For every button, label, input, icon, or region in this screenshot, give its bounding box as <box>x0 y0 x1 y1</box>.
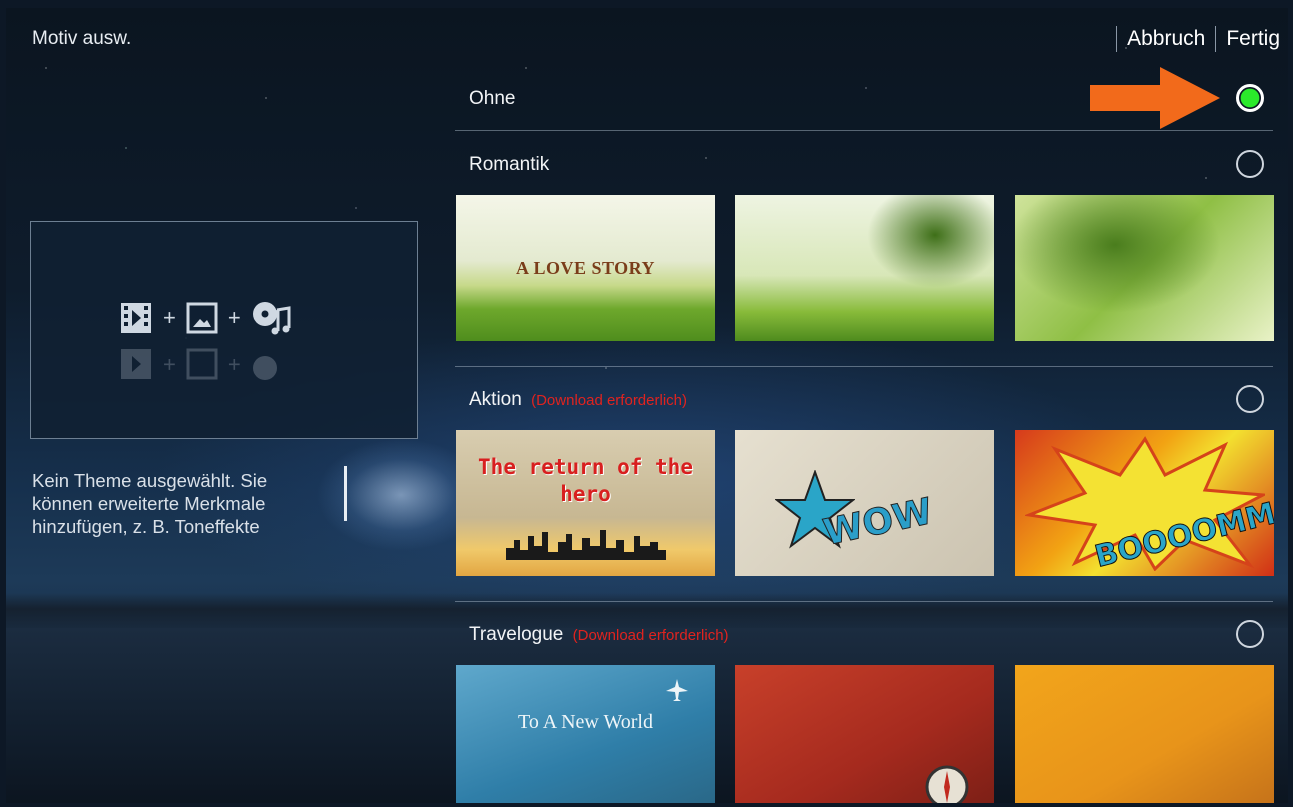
divider <box>455 130 1273 131</box>
theme-label-romantik[interactable]: Romantik <box>469 154 549 176</box>
radio-travelogue[interactable] <box>1236 620 1264 648</box>
theme-name: Romantik <box>469 154 550 175</box>
thumbnail-title: A LOVE STORY <box>515 258 656 278</box>
plus-icon: + <box>163 352 176 377</box>
page-title: Motiv ausw. <box>32 28 132 49</box>
theme-label-aktion[interactable]: Aktion (Download erforderlich) <box>469 389 687 411</box>
city-skyline-icon <box>506 530 666 560</box>
video-clip-icon <box>121 349 151 379</box>
image-icon <box>186 302 218 334</box>
plus-icon: + <box>227 352 241 377</box>
done-button[interactable]: Fertig <box>1226 27 1280 51</box>
text-cursor <box>344 466 347 521</box>
separator <box>1215 26 1217 52</box>
thumbnail-travelogue-1[interactable]: To A New World <box>456 665 715 803</box>
compass-icon <box>925 765 969 803</box>
theme-label-travelogue[interactable]: Travelogue (Download erforderlich) <box>469 624 729 646</box>
divider <box>455 366 1273 367</box>
radio-ohne[interactable] <box>1236 84 1264 112</box>
header-actions: Abbruch Fertig <box>1106 26 1280 52</box>
thumbnail-aktion-2[interactable]: WOW <box>735 430 994 576</box>
thumbnail-title: To A New World <box>518 711 653 733</box>
theme-label-ohne[interactable]: Ohne <box>469 88 515 110</box>
theme-name: Aktion <box>469 389 522 410</box>
download-required-label: (Download erforderlich) <box>572 627 729 644</box>
theme-name: Travelogue <box>469 624 564 645</box>
media-icons: + + <box>119 300 291 336</box>
thumbnail-aktion-3[interactable]: BOOOOMM <box>1015 430 1274 576</box>
thumbnail-travelogue-3[interactable] <box>1015 665 1274 803</box>
orange-arrow-icon <box>1090 67 1220 129</box>
theme-description: Kein Theme ausgewählt. Sie können erweit… <box>32 470 268 537</box>
theme-preview: + + + + <box>30 221 418 439</box>
airplane-icon <box>666 679 688 701</box>
media-icons-reflection: + + <box>119 346 291 382</box>
plus-icon: + <box>163 305 176 330</box>
separator <box>1116 26 1118 52</box>
thumbnail-title: The return of the hero <box>478 455 693 506</box>
music-icon <box>252 302 291 335</box>
theme-name: Ohne <box>469 88 516 109</box>
download-required-label: (Download erforderlich) <box>531 392 687 409</box>
radio-aktion[interactable] <box>1236 385 1264 413</box>
music-icon <box>252 356 277 380</box>
plus-icon: + <box>227 305 241 330</box>
cancel-button[interactable]: Abbruch <box>1127 27 1205 51</box>
thumbnail-aktion-1[interactable]: The return of the hero <box>456 430 715 576</box>
thumbnail-romantik-1[interactable]: A LOVE STORY <box>456 195 715 341</box>
video-clip-icon <box>121 303 151 333</box>
divider <box>455 601 1273 602</box>
radio-romantik[interactable] <box>1236 150 1264 178</box>
thumbnail-romantik-2[interactable] <box>735 195 994 341</box>
thumbnail-romantik-3[interactable] <box>1015 195 1274 341</box>
thumbnail-travelogue-2[interactable] <box>735 665 994 803</box>
image-icon <box>186 348 218 380</box>
